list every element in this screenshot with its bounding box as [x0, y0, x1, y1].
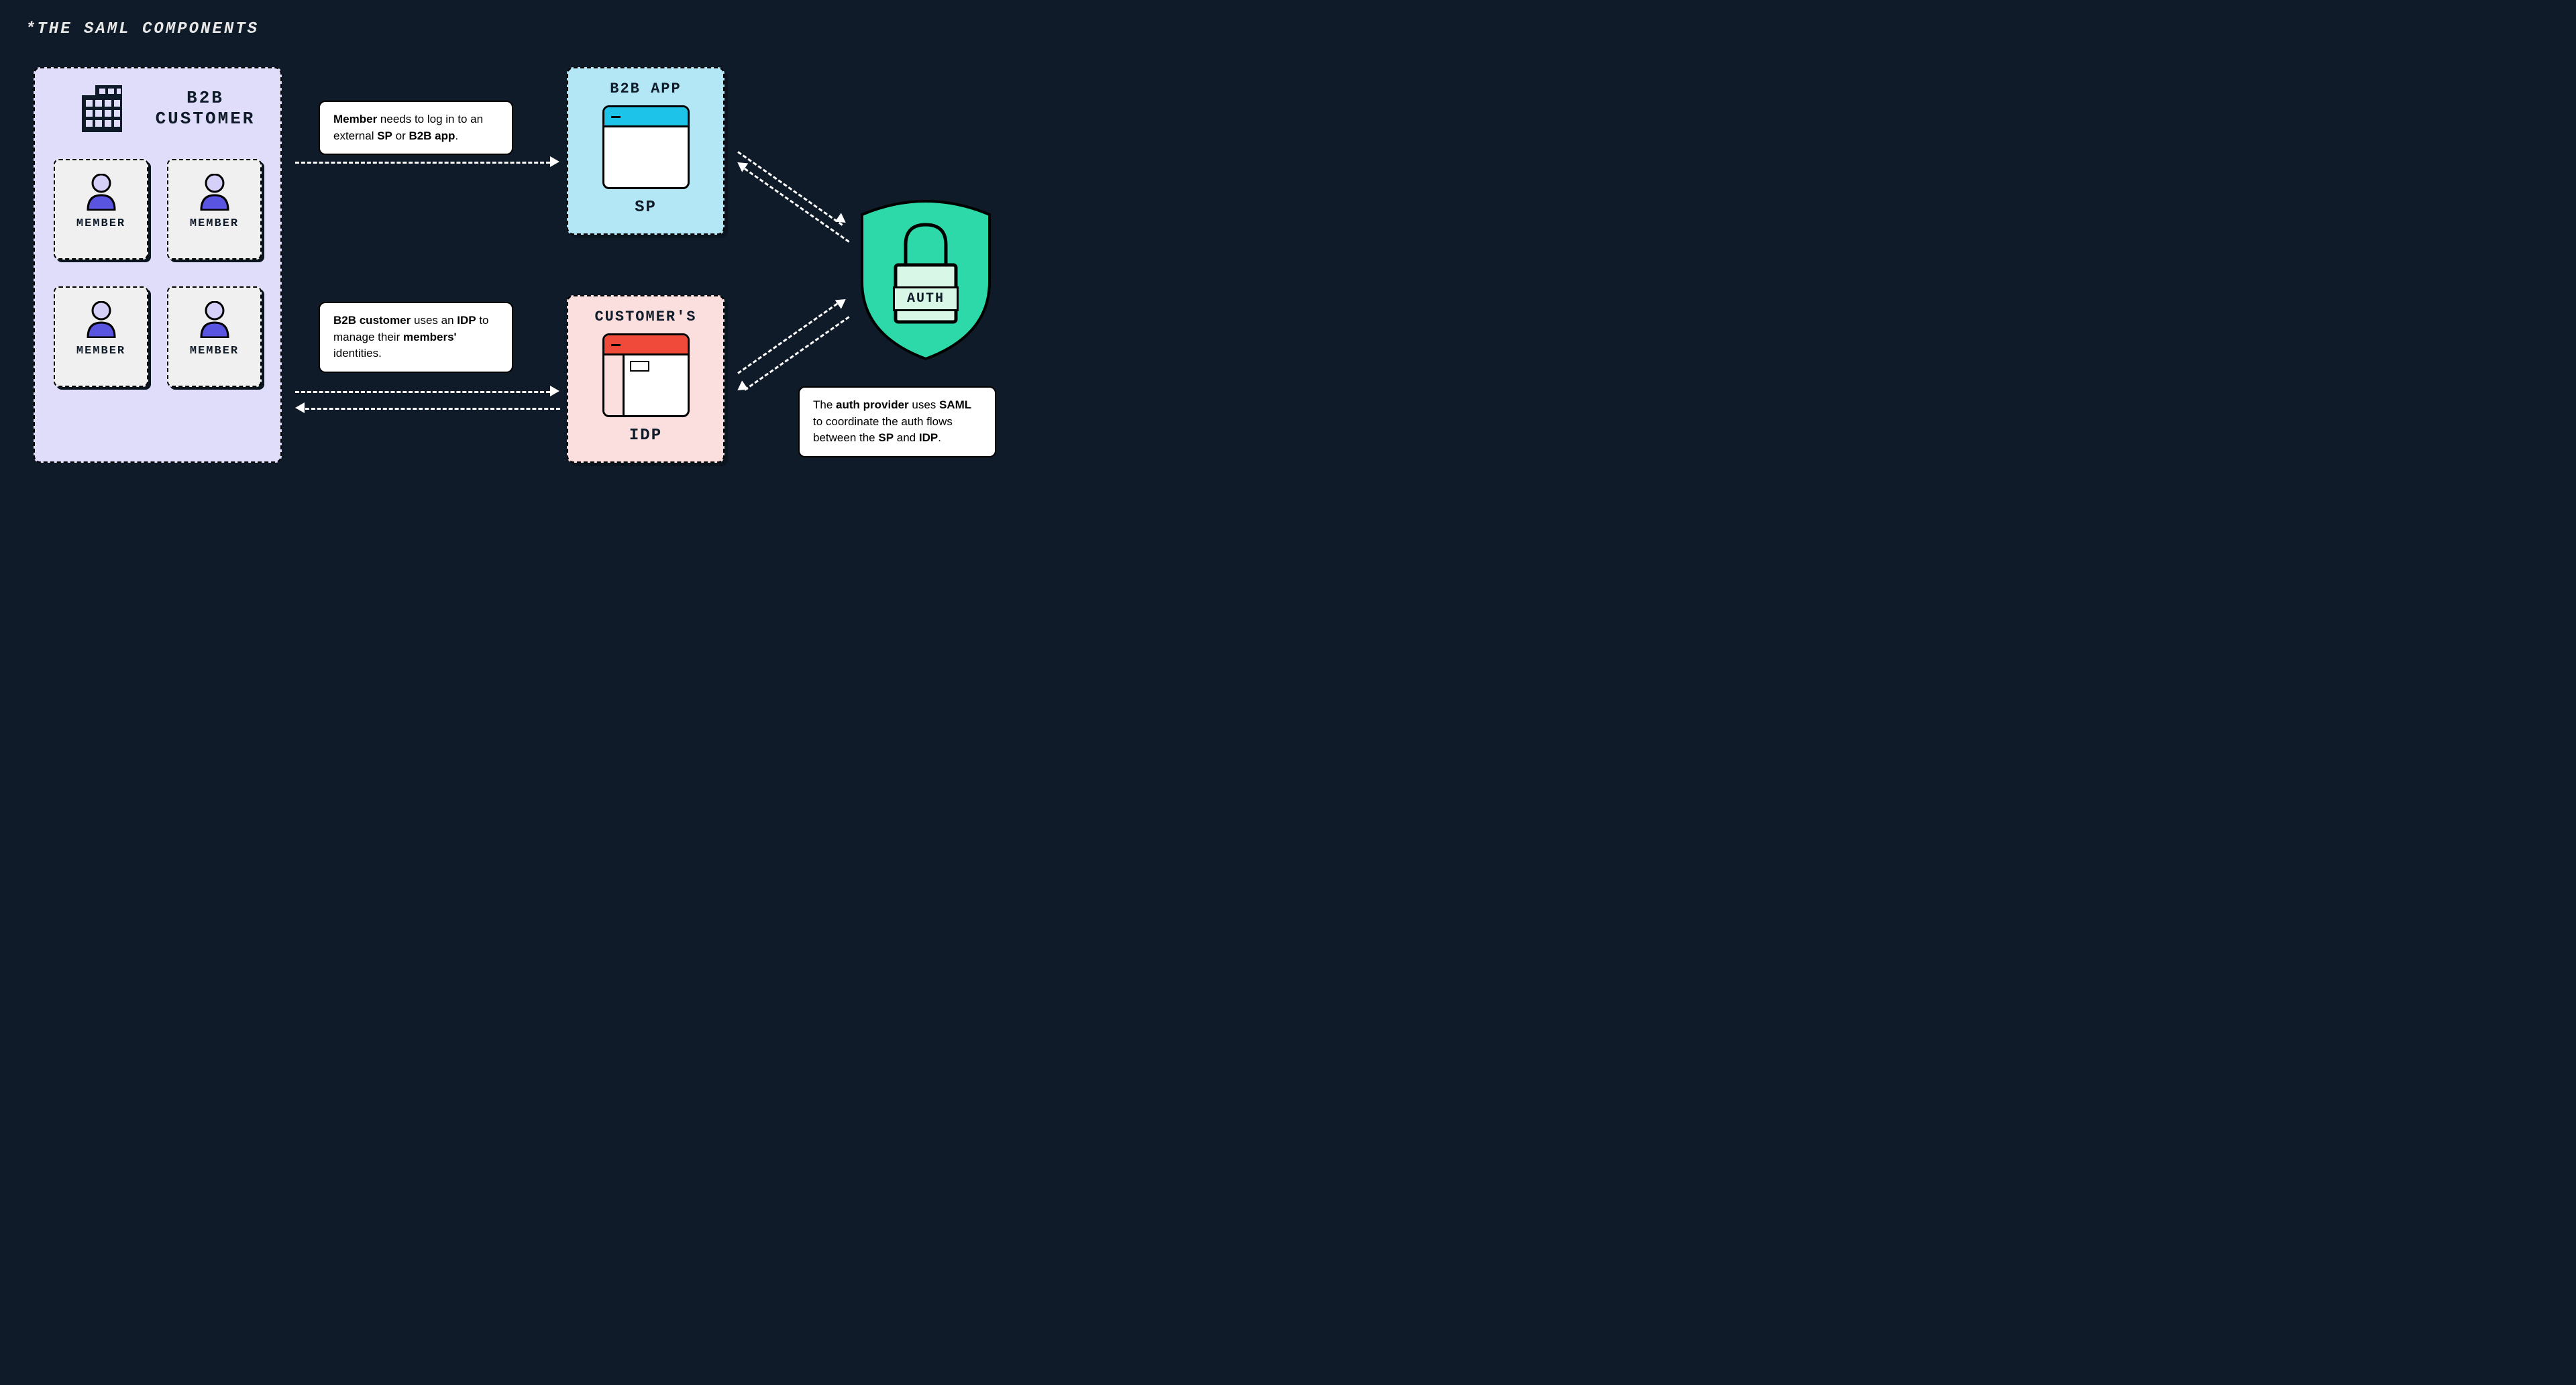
callout-member-login: Member needs to log in to an external SP…	[319, 101, 513, 155]
auth-label: AUTH	[893, 286, 959, 311]
arrow-customer-to-sp	[295, 162, 550, 164]
app-window-icon	[602, 333, 690, 417]
callout-auth-saml: The auth provider uses SAML to coordinat…	[798, 386, 996, 457]
callout-idp-usage: B2B customer uses an IDP to manage their…	[319, 302, 513, 373]
member-card: MEMBER	[54, 286, 148, 387]
arrow-head-icon	[735, 380, 749, 394]
member-card: MEMBER	[167, 286, 262, 387]
b2b-app-panel: B2B APP SP	[567, 67, 724, 235]
member-label: MEMBER	[190, 217, 239, 230]
arrow-head-icon	[550, 156, 559, 167]
idp-title: CUSTOMER'S	[594, 309, 696, 325]
customer-title: B2B CUSTOMER	[144, 88, 267, 129]
arrow-auth-to-sp	[744, 168, 849, 242]
customer-idp-panel: CUSTOMER'S IDP	[567, 295, 724, 463]
person-icon	[85, 301, 118, 338]
arrow-customer-to-idp	[295, 391, 550, 393]
arrow-auth-to-idp	[744, 316, 849, 390]
person-icon	[198, 174, 231, 211]
member-card: MEMBER	[54, 159, 148, 260]
arrow-idp-to-auth	[737, 299, 843, 374]
arrow-head-icon	[835, 294, 849, 309]
person-icon	[85, 174, 118, 211]
diagram-title: *THE SAML COMPONENTS	[25, 20, 259, 38]
arrow-sp-to-auth	[737, 151, 843, 225]
arrow-head-icon	[550, 386, 559, 396]
person-icon	[198, 301, 231, 338]
arrow-head-icon	[295, 402, 305, 413]
sp-title: B2B APP	[610, 80, 681, 97]
auth-provider-shield: AUTH	[849, 188, 1003, 362]
member-label: MEMBER	[190, 345, 239, 357]
arrow-idp-to-customer	[305, 408, 560, 410]
member-card: MEMBER	[167, 159, 262, 260]
arrow-head-icon	[835, 213, 849, 227]
member-label: MEMBER	[76, 345, 125, 357]
app-window-icon	[602, 105, 690, 189]
members-grid: MEMBER MEMBER MEMBER MEMBER	[48, 159, 267, 387]
b2b-customer-panel: B2B CUSTOMER MEMBER MEMBER MEMBER MEMBER	[34, 67, 282, 463]
sp-sublabel: SP	[635, 199, 657, 217]
member-label: MEMBER	[76, 217, 125, 230]
customer-header: B2B CUSTOMER	[48, 82, 267, 135]
building-icon	[75, 82, 129, 135]
idp-sublabel: IDP	[629, 427, 662, 445]
